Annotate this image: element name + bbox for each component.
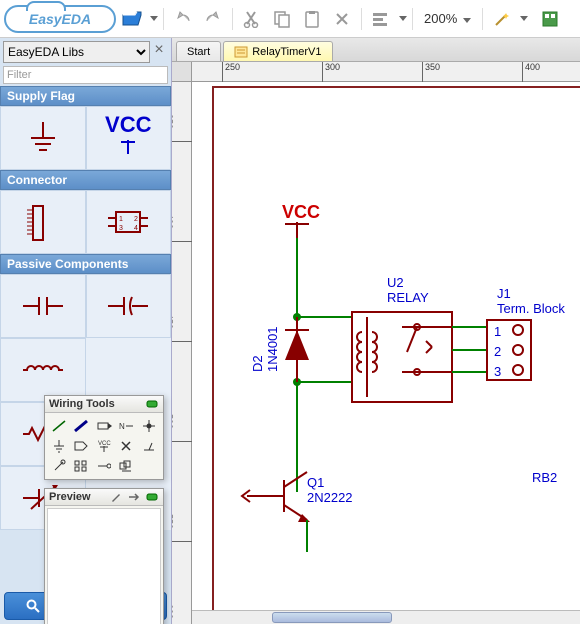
component-ic[interactable]: 1 2 3 4 <box>86 190 172 254</box>
tab-bar: Start RelayTimerV1 <box>172 38 580 62</box>
wiring-tools-panel[interactable]: Wiring Tools N VCC <box>44 395 164 480</box>
q1-val: 2N2222 <box>307 490 353 505</box>
port-tool[interactable] <box>94 417 114 435</box>
component-gnd[interactable] <box>0 106 86 170</box>
probe-tool[interactable] <box>49 457 69 475</box>
delete-button[interactable] <box>328 5 356 33</box>
cut-button[interactable] <box>238 5 266 33</box>
tab-relay[interactable]: RelayTimerV1 <box>223 41 332 61</box>
j1-val: Term. Block <box>497 301 565 316</box>
open-dropdown[interactable] <box>150 16 158 21</box>
copy-button[interactable] <box>268 5 296 33</box>
j1-ref: J1 <box>497 286 511 301</box>
canvas-area: Start RelayTimerV1 250 300 350 400 350 4… <box>172 38 580 624</box>
tab-start[interactable]: Start <box>176 41 221 61</box>
ruler-vertical: 350 400 450 500 550 600 <box>172 82 192 624</box>
svg-text:1: 1 <box>119 216 123 223</box>
minimize-icon[interactable] <box>145 491 159 503</box>
busripper-tool[interactable] <box>139 437 159 455</box>
undo-button[interactable] <box>169 5 197 33</box>
ruler-corner <box>172 62 192 82</box>
netlabel-tool[interactable]: N <box>116 417 136 435</box>
sheet-button[interactable] <box>536 5 564 33</box>
svg-text:2: 2 <box>494 344 501 359</box>
preview-body <box>47 508 161 624</box>
d2-ref: D2 <box>250 355 265 372</box>
search-icon <box>26 599 40 613</box>
q1-ref: Q1 <box>307 475 324 490</box>
svg-text:3: 3 <box>119 225 123 232</box>
component-u2[interactable] <box>352 312 452 402</box>
svg-text:2: 2 <box>134 216 138 223</box>
main-toolbar: EasyEDA 200% <box>0 0 580 38</box>
svg-text:1: 1 <box>494 324 501 339</box>
noconnect-tool[interactable] <box>116 437 136 455</box>
junction-tool[interactable] <box>139 417 159 435</box>
component-vcc[interactable]: VCC <box>86 106 172 170</box>
library-sidebar: EasyEDA Libs × Filter Supply Flag VCC Co… <box>0 38 172 624</box>
app-logo[interactable]: EasyEDA <box>4 5 116 33</box>
group-tool[interactable] <box>116 457 136 475</box>
logo-text: EasyEDA <box>29 11 91 27</box>
pin-tool[interactable] <box>94 457 114 475</box>
paste-button[interactable] <box>298 5 326 33</box>
wand-dropdown[interactable] <box>520 16 528 21</box>
edit-icon[interactable] <box>109 491 123 503</box>
open-button[interactable] <box>118 5 146 33</box>
zoom-level[interactable]: 200% <box>418 11 477 26</box>
preview-title: Preview <box>49 491 105 503</box>
wiring-title: Wiring Tools <box>49 398 141 410</box>
svg-text:3: 3 <box>494 364 501 379</box>
rb2-label: RB2 <box>532 470 557 485</box>
component-q1[interactable] <box>242 472 310 522</box>
array-tool[interactable] <box>71 457 91 475</box>
flag-tool[interactable] <box>71 437 91 455</box>
filter-input[interactable]: Filter <box>3 66 168 84</box>
bus-tool[interactable] <box>71 417 91 435</box>
category-passive[interactable]: Passive Components <box>0 254 171 274</box>
wire-tool[interactable] <box>49 417 69 435</box>
component-header[interactable] <box>0 190 86 254</box>
place-icon[interactable] <box>127 491 141 503</box>
minimize-icon[interactable] <box>145 398 159 410</box>
d2-val: 1N4001 <box>265 326 280 372</box>
u2-val: RELAY <box>387 290 429 305</box>
ruler-horizontal: 250 300 350 400 <box>192 62 580 82</box>
u2-ref: U2 <box>387 275 404 290</box>
library-select[interactable]: EasyEDA Libs <box>3 41 150 63</box>
horizontal-scrollbar[interactable] <box>192 610 580 624</box>
wand-button[interactable] <box>488 5 516 33</box>
category-supply-flag[interactable]: Supply Flag <box>0 86 171 106</box>
schematic-sheet[interactable]: VCC D2 <box>192 82 580 624</box>
align-dropdown[interactable] <box>399 16 407 21</box>
category-connector[interactable]: Connector <box>0 170 171 190</box>
vcc-tool[interactable]: VCC <box>94 437 114 455</box>
sidebar-close-icon[interactable]: × <box>150 41 168 63</box>
component-cap-alt[interactable] <box>86 274 172 338</box>
scrollbar-thumb[interactable] <box>272 612 392 623</box>
vcc-label: VCC <box>282 202 320 222</box>
component-cap-nonpolar[interactable] <box>0 274 86 338</box>
svg-text:4: 4 <box>134 225 138 232</box>
svg-text:N: N <box>119 422 125 431</box>
schematic-icon <box>234 46 248 58</box>
component-inductor[interactable] <box>0 338 86 402</box>
preview-panel[interactable]: Preview <box>44 488 164 624</box>
gnd-tool[interactable] <box>49 437 69 455</box>
component-d2[interactable] <box>285 317 309 382</box>
align-button[interactable] <box>367 5 395 33</box>
redo-button[interactable] <box>199 5 227 33</box>
schematic-canvas[interactable]: 250 300 350 400 350 400 450 500 550 600 … <box>172 62 580 624</box>
